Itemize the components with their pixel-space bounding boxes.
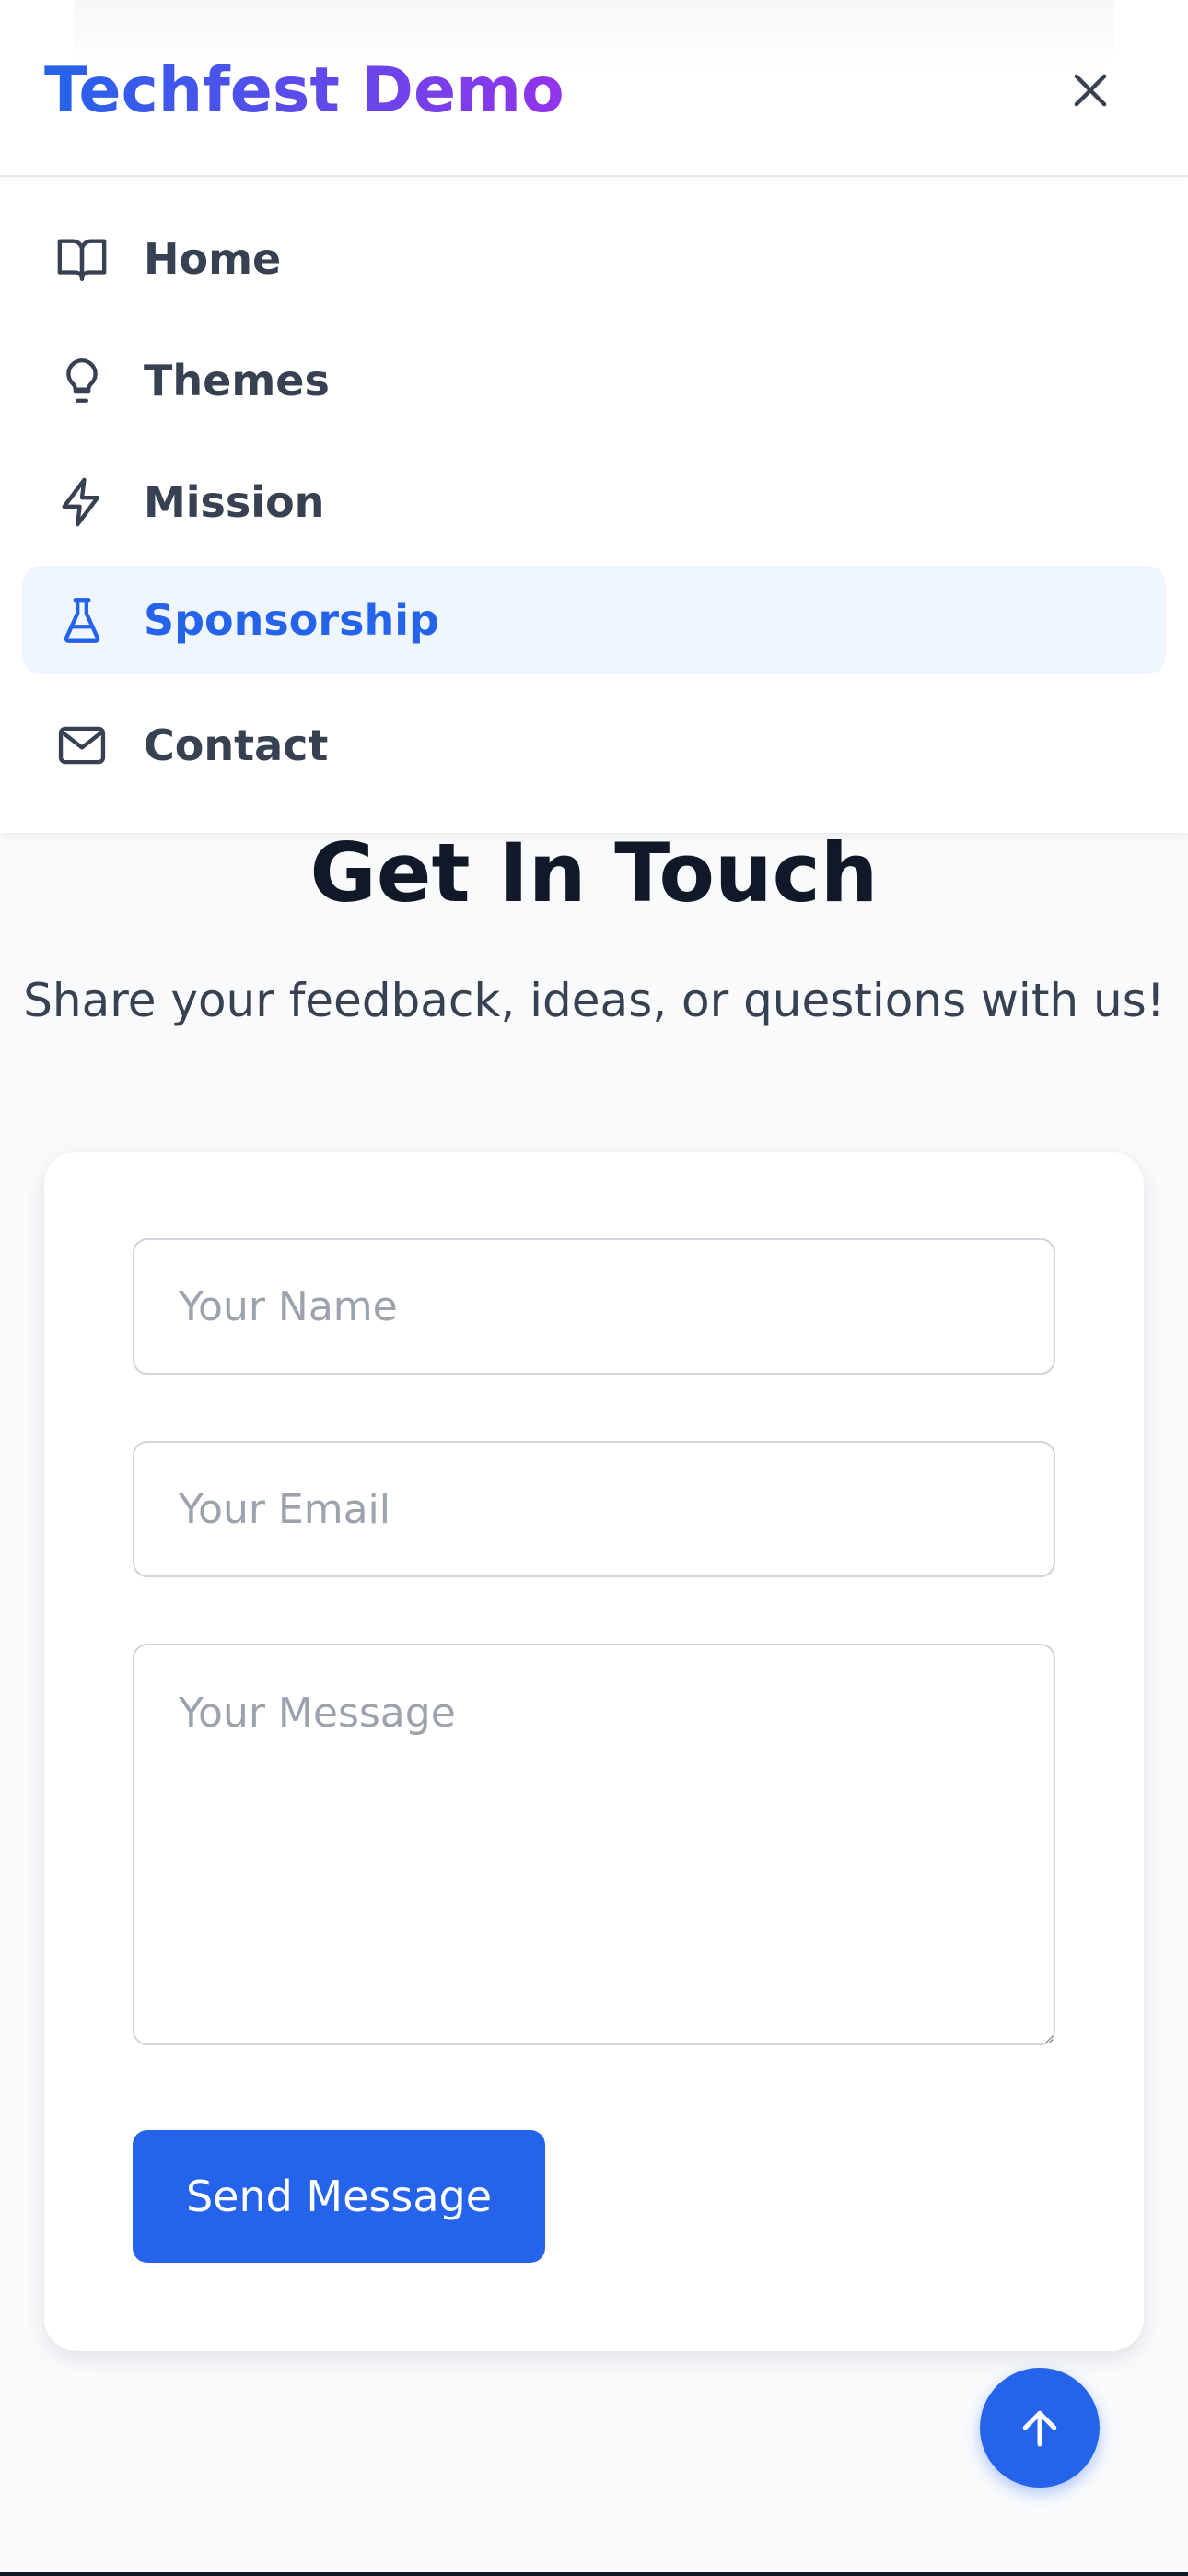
- name-input[interactable]: [133, 1238, 1055, 1375]
- site-header: Techfest Demo: [0, 0, 1188, 177]
- email-input[interactable]: [133, 1441, 1055, 1577]
- flask-icon: [53, 591, 111, 649]
- mobile-nav-menu: Home Themes Mission Sponsorship Contact: [0, 179, 1188, 833]
- send-message-button[interactable]: Send Message: [133, 2130, 545, 2263]
- bottom-edge-divider: [0, 2572, 1188, 2576]
- book-open-icon: [53, 230, 111, 287]
- nav-item-label: Contact: [144, 720, 329, 770]
- nav-item-contact[interactable]: Contact: [22, 691, 1166, 800]
- page-title: Get In Touch: [309, 825, 879, 920]
- scroll-to-top-button[interactable]: [980, 2368, 1100, 2488]
- close-menu-button[interactable]: [1059, 59, 1122, 122]
- nav-item-label: Themes: [144, 356, 330, 405]
- nav-item-label: Home: [144, 234, 282, 284]
- nav-item-label: Sponsorship: [144, 595, 439, 645]
- contact-form: Send Message: [44, 1152, 1144, 2351]
- lightning-icon: [53, 474, 111, 531]
- message-textarea[interactable]: [133, 1644, 1055, 2045]
- nav-item-mission[interactable]: Mission: [22, 448, 1166, 556]
- brand-logo[interactable]: Techfest Demo: [44, 53, 565, 129]
- lightbulb-icon: [53, 352, 111, 409]
- page-subtitle: Share your feedback, ideas, or questions…: [23, 974, 1165, 1027]
- arrow-up-icon: [1022, 2410, 1057, 2447]
- mail-icon: [53, 717, 111, 774]
- close-icon: [1074, 74, 1107, 107]
- nav-item-home[interactable]: Home: [22, 205, 1166, 313]
- nav-item-themes[interactable]: Themes: [22, 326, 1166, 435]
- nav-item-label: Mission: [144, 477, 325, 527]
- nav-item-sponsorship[interactable]: Sponsorship: [22, 566, 1166, 674]
